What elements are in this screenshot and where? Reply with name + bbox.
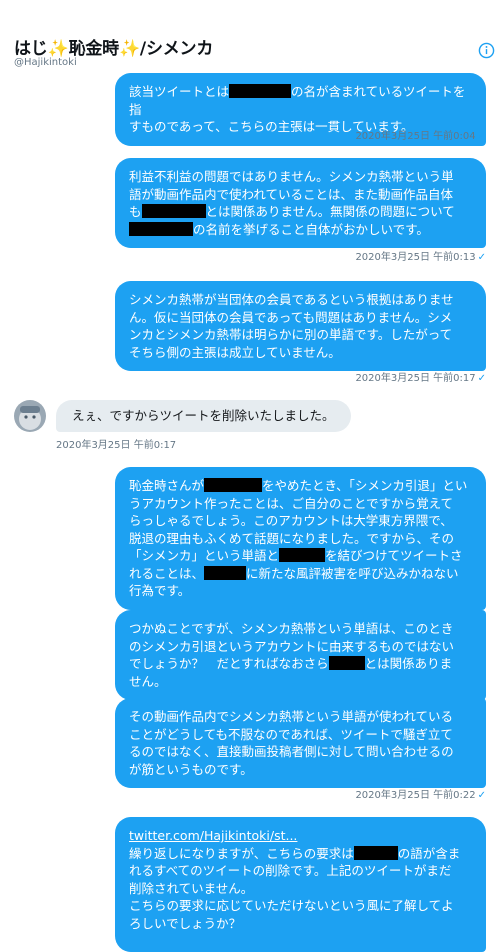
- read-check-icon: ✓: [477, 131, 486, 142]
- message-line: つかぬことですが、シメンカ熱帯という単語は、このとき: [129, 620, 472, 638]
- message-line: れることは、 に新たな風評被害を呼び込みかねない: [129, 565, 472, 583]
- message-bubble[interactable]: その動画作品内でシメンカ熱帯という単語が使われている ことがどうしても不服なのであ…: [115, 698, 486, 788]
- message-line: そちら側の主張は成立していません。: [129, 344, 472, 362]
- message-text: 繰り返しになりますが、こちらの要求は: [129, 845, 354, 861]
- read-check-icon: ✓: [477, 252, 486, 263]
- message-timestamp: 2020年3月25日 午前0:13 ✓: [355, 252, 486, 263]
- message-line: うアカウント作ったことは、ご自分のことですから覚えて: [129, 495, 472, 513]
- message-line: シメンカ熱帯が当団体の会員であるという根拠はありませ: [129, 291, 472, 309]
- message-text: の名前を挙げること自体がおかしいです。: [193, 221, 429, 237]
- redaction-bar: [129, 221, 193, 236]
- message-line: も とは関係ありません。無関係の問題について: [129, 203, 472, 221]
- message-text: その動画作品内でシメンカ熱帯という単語が使われている: [129, 709, 454, 724]
- redaction-bar: [328, 656, 365, 670]
- message-line: でしょうか？ だとすればなおさら とは関係ありま: [129, 655, 472, 673]
- info-icon[interactable]: [478, 42, 495, 59]
- message-line: 「シメンカ」という単語と を結びつけてツイートさ: [129, 547, 472, 565]
- message-line: 削除されていません。: [129, 880, 472, 898]
- incoming-message-timestamp: 2020年3月25日 午前0:17: [56, 440, 177, 451]
- message-line: ん。仮に当団体の会員であっても問題はありません。シメ: [129, 309, 472, 327]
- message-bubble[interactable]: 恥金時さんが をやめたとき、「シメンカ引退」というアカウント作ったことは、ご自分の…: [115, 467, 486, 610]
- message-text: れるすべてのツイートの削除です。上記のツイートがまだ: [129, 863, 452, 878]
- message-timestamp: 2020年3月25日 午前0:22 ✓: [355, 790, 486, 801]
- message-text: に新たな風評被害を呼び込みかねない: [246, 565, 459, 581]
- message-line: 利益不利益の問題ではありません。シメンカ熱帯という単: [129, 168, 472, 186]
- message-text: 利益不利益の問題ではありません。シメンカ熱帯という単: [129, 169, 454, 184]
- message-text: シメンカ熱帯が当団体の会員であるという根拠はありませ: [129, 292, 454, 307]
- message-text: るのではなく、直接動画投稿者側に対して問い合わせるの: [129, 744, 454, 759]
- message-line: の名前を挙げること自体がおかしいです。: [129, 221, 472, 239]
- message-text: 「シメンカ」という単語と: [129, 548, 280, 563]
- message-text: とは関係ありません。無関係の問題について: [205, 204, 455, 219]
- message-text: らっしゃるでしょう。このアカウントは大学東方界隈で、: [129, 513, 453, 528]
- message-text: うアカウント作ったことは、ご自分のことですから覚えて: [129, 495, 454, 511]
- message-text: ンカとシメンカ熱帯は明らかに別の単語です。したがって: [129, 327, 453, 342]
- message-line: 行為です。: [129, 582, 472, 600]
- redaction-bar: [204, 478, 263, 492]
- message-line: 繰り返しになりますが、こちらの要求は の語が含ま: [129, 845, 472, 863]
- message-text: 該当ツイートとは: [129, 84, 230, 99]
- message-text: そちら側の主張は成立していません。: [129, 344, 341, 360]
- message-text: れることは、: [129, 565, 205, 581]
- message-text: のシメンカ引退というアカウントに由来するものではない: [129, 638, 455, 654]
- message-timestamp: 2020年3月25日 午前0:04 ✓: [355, 131, 486, 142]
- conversation-title: はじ✨恥金時✨/シメンカ: [14, 39, 214, 59]
- message-bubble[interactable]: twitter.com/Hajikintoki/st... 繰り返しになりますが…: [115, 817, 486, 952]
- message-text: つかぬことですが、シメンカ熱帯という単語は、このとき: [129, 621, 454, 636]
- message-line: らっしゃるでしょう。このアカウントは大学東方界隈で、: [129, 512, 472, 530]
- message-line: 脱退の理由もふくめて話題になりました。ですから、その: [129, 530, 472, 548]
- message-bubble[interactable]: つかぬことですが、シメンカ熱帯という単語は、このとき のシメンカ引退というアカウン…: [115, 610, 486, 700]
- read-check-icon: ✓: [477, 373, 486, 384]
- message-timestamp: 2020年3月25日 午前0:17 ✓: [355, 373, 486, 384]
- tweet-link[interactable]: twitter.com/Hajikintoki/st...: [129, 827, 472, 845]
- message-text: 恥金時さんが: [129, 478, 205, 493]
- message-text: ん。仮に当団体の会員であっても問題はありません。シメ: [129, 309, 453, 325]
- conversation-header: はじ✨恥金時✨/シメンカ @Hajikintoki: [0, 0, 500, 70]
- message-line: 恥金時さんが をやめたとき、「シメンカ引退」とい: [129, 477, 472, 495]
- message-text: も: [129, 204, 142, 219]
- conversation-handle: @Hajikintoki: [14, 57, 77, 68]
- message-line: ンカとシメンカ熱帯は明らかに別の単語です。したがって: [129, 326, 472, 344]
- incoming-message-bubble[interactable]: えぇ、ですからツイートを削除いたしました。: [56, 400, 351, 432]
- message-line: 該当ツイートとは の名が含まれているツイートを指: [129, 83, 472, 118]
- message-bubble[interactable]: 利益不利益の問題ではありません。シメンカ熱帯という単 語が動画作品内で使われている…: [115, 158, 486, 248]
- message-text: せん。: [129, 673, 167, 689]
- message-text: とは関係ありま: [364, 656, 453, 671]
- message-text: 行為です。: [129, 583, 191, 598]
- redaction-bar: [229, 84, 292, 98]
- message-bubble[interactable]: シメンカ熱帯が当団体の会員であるという根拠はありませ ん。仮に当団体の会員であって…: [115, 281, 486, 371]
- message-text: でしょうか？ だとすればなおさら: [129, 656, 329, 671]
- message-text: の語が含ま: [397, 845, 461, 861]
- message-text: を結びつけてツイートさ: [325, 548, 463, 563]
- message-line: ろしいでしょうか？: [129, 915, 472, 933]
- message-text: が筋というものです。: [129, 761, 253, 777]
- redaction-bar: [279, 548, 326, 562]
- redaction-bar: [204, 565, 247, 580]
- redaction-bar: [141, 204, 206, 218]
- message-line: 語が動画作品内で使われていることは、また動画作品自体: [129, 186, 472, 204]
- avatar[interactable]: [14, 400, 46, 432]
- message-text: ろしいでしょうか？: [129, 915, 242, 931]
- message-line: せん。: [129, 673, 472, 691]
- message-line: その動画作品内でシメンカ熱帯という単語が使われている: [129, 708, 472, 726]
- message-text: をやめたとき、「シメンカ引退」とい: [262, 478, 468, 493]
- message-text: 語が動画作品内で使われていることは、また動画作品自体: [129, 186, 454, 202]
- message-line: ことがどうしても不服なのであれば、ツイートで騒ぎ立て: [129, 726, 472, 744]
- message-text: 脱退の理由もふくめて話題になりました。ですから、その: [129, 530, 455, 546]
- message-text: 削除されていません。: [129, 880, 254, 896]
- message-text: ことがどうしても不服なのであれば、ツイートで騒ぎ立て: [129, 726, 453, 742]
- read-check-icon: ✓: [477, 790, 486, 801]
- message-line: こちらの要求に応じていただけないという風に了解してよ: [129, 897, 472, 915]
- message-text: こちらの要求に応じていただけないという風に了解してよ: [129, 898, 454, 913]
- message-line: るのではなく、直接動画投稿者側に対して問い合わせるの: [129, 743, 472, 761]
- message-line: のシメンカ引退というアカウントに由来するものではない: [129, 638, 472, 656]
- message-line: が筋というものです。: [129, 761, 472, 779]
- message-line: れるすべてのツイートの削除です。上記のツイートがまだ: [129, 862, 472, 880]
- redaction-bar: [353, 845, 398, 860]
